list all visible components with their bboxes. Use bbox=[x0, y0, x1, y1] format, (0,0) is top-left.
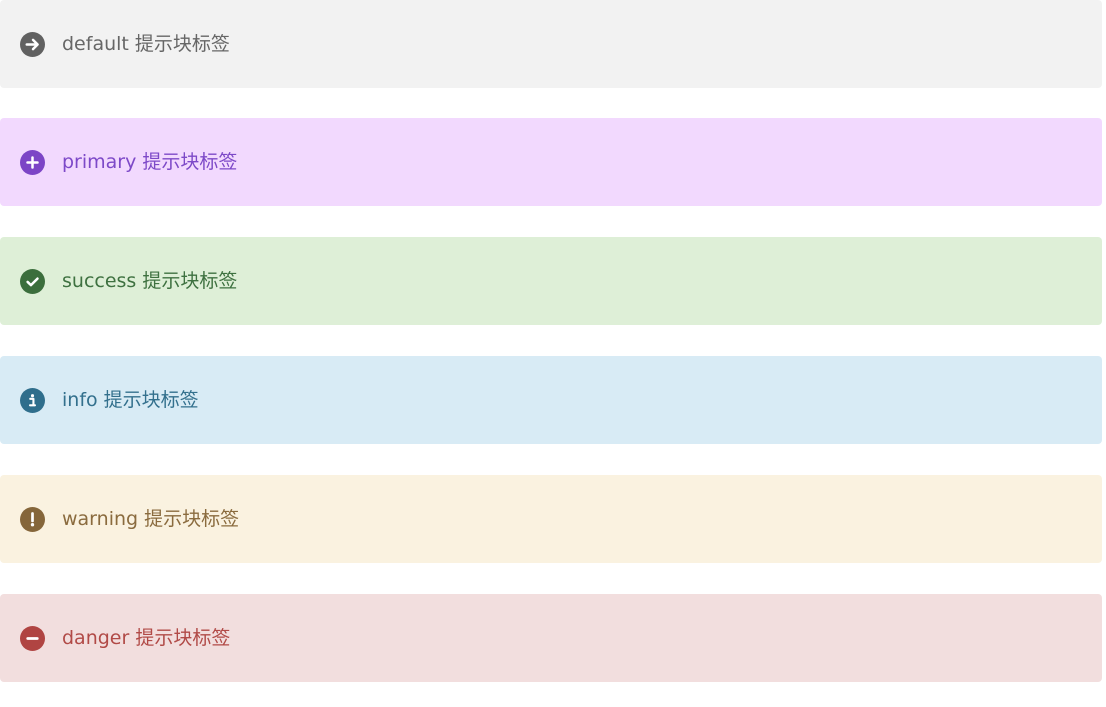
arrow-right-circle-icon bbox=[20, 31, 45, 57]
plus-circle-icon bbox=[20, 149, 45, 175]
exclamation-circle-icon bbox=[20, 506, 45, 532]
alert-info: info 提示块标签 bbox=[0, 356, 1102, 444]
info-circle-icon bbox=[20, 387, 45, 413]
alert-primary: primary 提示块标签 bbox=[0, 118, 1102, 206]
alert-warning-text: warning 提示块标签 bbox=[62, 508, 240, 530]
alert-danger-text: danger 提示块标签 bbox=[62, 627, 231, 649]
alert-warning: warning 提示块标签 bbox=[0, 475, 1102, 563]
alert-success: success 提示块标签 bbox=[0, 237, 1102, 325]
alert-info-text: info 提示块标签 bbox=[62, 389, 199, 411]
alert-primary-text: primary 提示块标签 bbox=[62, 151, 238, 173]
minus-circle-icon bbox=[20, 625, 45, 651]
alert-default: default 提示块标签 bbox=[0, 0, 1102, 88]
alert-list: default 提示块标签 primary 提示块标签 success 提示块标… bbox=[0, 0, 1106, 707]
alert-success-text: success 提示块标签 bbox=[62, 270, 238, 292]
check-circle-icon bbox=[20, 268, 45, 294]
alert-danger: danger 提示块标签 bbox=[0, 594, 1102, 682]
alert-default-text: default 提示块标签 bbox=[62, 33, 230, 55]
